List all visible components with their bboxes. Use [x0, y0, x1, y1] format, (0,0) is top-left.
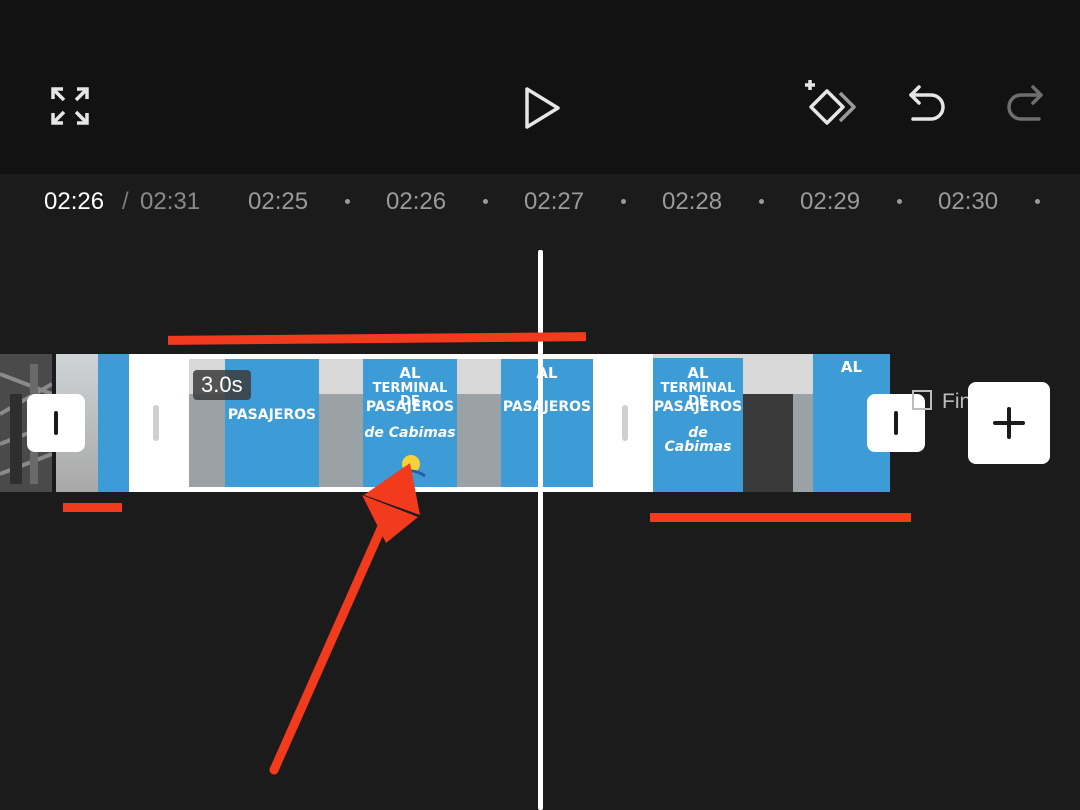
end-marker-icon	[912, 390, 932, 410]
clip-trim-handle-right[interactable]	[593, 354, 653, 492]
plus-icon	[993, 407, 1025, 439]
fullscreen-icon[interactable]	[44, 80, 96, 132]
ruler-dot	[897, 199, 902, 204]
play-icon[interactable]	[514, 80, 570, 136]
trim-grip	[153, 405, 159, 441]
annotation-underline	[63, 503, 122, 512]
annotation-arrow-icon	[269, 463, 420, 775]
poster-image: AL PASAJEROS	[501, 358, 593, 492]
ruler-tick-label: 02:27	[524, 188, 585, 215]
annotation-underline	[650, 513, 911, 522]
ruler-tick-label: 02:30	[938, 188, 999, 215]
ruler-dot	[345, 199, 350, 204]
ruler-tick-label: 02:25	[248, 188, 309, 215]
ruler-tick-label: 02:28	[662, 188, 723, 215]
ruler-tick-label: 02:29	[800, 188, 861, 215]
total-time: 02:31	[140, 188, 201, 215]
poster-text: PASAJEROS	[365, 399, 455, 415]
undo-icon[interactable]	[902, 80, 952, 132]
poster-text: PASAJEROS	[502, 399, 592, 415]
poster-text: de Cabimas	[664, 425, 732, 455]
clip-trim-handle-left[interactable]	[129, 354, 189, 492]
ruler-dot	[759, 199, 764, 204]
current-time: 02:26	[44, 188, 105, 215]
poster-text: AL	[399, 364, 421, 382]
poster-text: PASAJEROS	[227, 407, 317, 423]
ruler-dot	[483, 199, 488, 204]
trim-grip	[622, 405, 628, 441]
handle-bar	[894, 411, 898, 435]
poster-text: AL	[536, 364, 558, 382]
left-clip-handle[interactable]	[27, 394, 85, 452]
top-toolbar	[0, 0, 1080, 174]
clip-duration-badge: 3.0s	[193, 370, 251, 400]
next-clip-thumbnail[interactable]: AL TERMINAL DE PASAJEROS de Cabimas AL	[653, 354, 890, 492]
keyframe-add-icon[interactable]	[800, 78, 862, 134]
ruler-tick-label: 02:26	[386, 188, 447, 215]
handle-bar	[54, 411, 58, 435]
clip-frame-thumbnail[interactable]: AL PASAJEROS	[461, 354, 593, 492]
time-separator: /	[122, 188, 129, 215]
poster-text: AL	[840, 358, 863, 376]
poster-image: AL TERMINAL DE PASAJEROS de Cabimas	[653, 358, 743, 492]
ruler-dot	[1035, 199, 1040, 204]
end-label: Fin	[942, 390, 972, 413]
background-image	[743, 394, 793, 492]
ruler-dot	[621, 199, 626, 204]
poster-image	[98, 354, 130, 492]
poster-text: PASAJEROS	[653, 399, 743, 415]
add-clip-button[interactable]	[968, 382, 1050, 464]
poster-text: de Cabimas	[364, 425, 456, 441]
clip-frame-top	[189, 354, 593, 359]
poster-text: AL	[687, 364, 709, 382]
redo-icon[interactable]	[1000, 80, 1050, 132]
